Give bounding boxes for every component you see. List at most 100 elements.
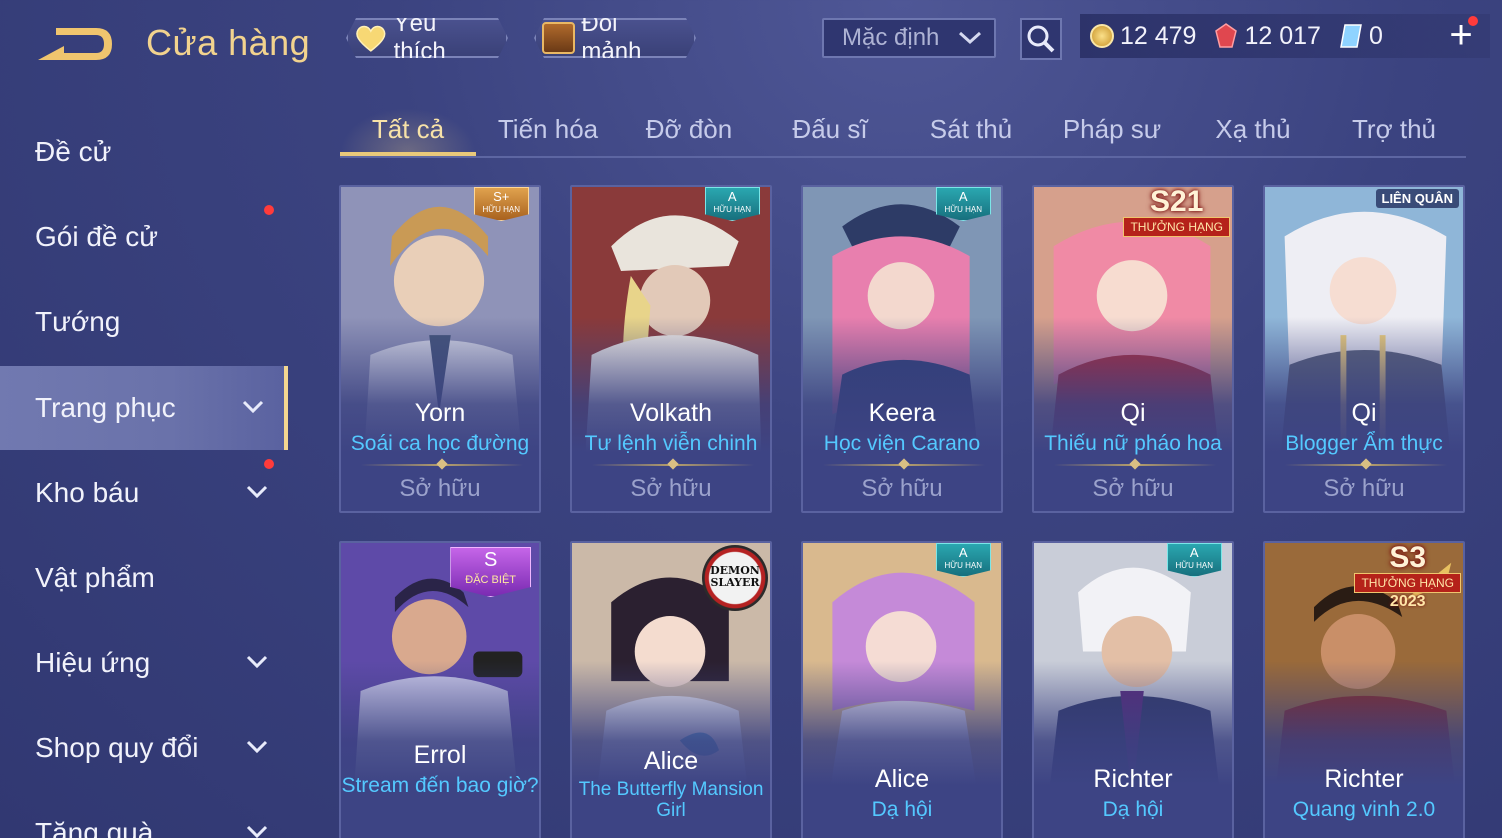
owned-status: Sở hữu bbox=[1092, 475, 1174, 502]
skin-name: Quang vinh 2.0 bbox=[1292, 798, 1436, 821]
hero-name: Yorn bbox=[414, 399, 466, 427]
tab-marksman[interactable]: Xạ thủ bbox=[1185, 108, 1321, 156]
sidebar-item-gift[interactable]: Tặng quà bbox=[0, 791, 288, 838]
currency-bar: 12 479 12 017 0 bbox=[1080, 14, 1490, 58]
sidebar-item-label: Shop quy đổi bbox=[35, 732, 199, 763]
skin-name: Blogger Ẩm thực bbox=[1285, 432, 1443, 455]
sidebar-item-exchange-shop[interactable]: Shop quy đổi bbox=[0, 706, 288, 790]
sidebar-item-label: Kho báu bbox=[35, 477, 140, 508]
notification-dot bbox=[264, 205, 274, 215]
sidebar-item-items[interactable]: Vật phẩm bbox=[0, 536, 288, 620]
chevron-down-icon bbox=[246, 825, 268, 838]
chevron-down-icon bbox=[242, 400, 264, 414]
hero-name: Errol bbox=[413, 741, 467, 769]
notification-dot bbox=[264, 459, 274, 469]
tab-support[interactable]: Trợ thủ bbox=[1326, 108, 1462, 156]
skin-card-keera[interactable]: A HỮU HẠN Keera Học viện Carano Sở hữu bbox=[801, 185, 1003, 513]
favorites-button[interactable]: Yêu thích bbox=[346, 18, 508, 58]
chevron-down-icon bbox=[246, 485, 268, 499]
skin-name: Học viện Carano bbox=[823, 432, 981, 455]
favorites-label: Yêu thích bbox=[393, 10, 446, 65]
chevron-down-icon bbox=[246, 655, 268, 669]
skin-name: Thiếu nữ pháo hoa bbox=[1044, 432, 1222, 455]
sidebar-item-recommended[interactable]: Đề cử bbox=[0, 110, 288, 194]
tab-assassin[interactable]: Sát thủ bbox=[903, 108, 1039, 156]
sort-dropdown[interactable]: Mặc định bbox=[822, 18, 996, 58]
skin-card-qi-fireworks[interactable]: S21 THƯỞNG HẠNG Qi Thiếu nữ pháo hoa Sở … bbox=[1032, 185, 1234, 513]
sidebar-item-label: Tướng bbox=[35, 306, 121, 337]
skin-name: Tư lệnh viễn chinh bbox=[584, 432, 758, 455]
sidebar-item-label: Trang phục bbox=[35, 392, 176, 423]
gem-balance: 12 017 bbox=[1214, 21, 1321, 51]
category-tabs: Tất cả Tiến hóa Đỡ đòn Đấu sĩ Sát thủ Ph… bbox=[340, 108, 1466, 158]
skin-name: Dạ hội bbox=[1102, 798, 1164, 821]
voucher-balance: 0 bbox=[1339, 22, 1383, 51]
skin-card-errol[interactable]: S ĐẶC BIỆT Errol Stream đến bao giờ? bbox=[339, 541, 541, 838]
tab-evolution[interactable]: Tiến hóa bbox=[480, 108, 616, 156]
shard-exchange-button[interactable]: Đổi mảnh bbox=[534, 18, 696, 58]
sidebar: Đề cử Gói đề cử Tướng Trang phục Kho báu… bbox=[0, 110, 290, 838]
back-button[interactable] bbox=[34, 22, 114, 66]
card-divider bbox=[1054, 464, 1216, 466]
tab-tank[interactable]: Đỡ đòn bbox=[621, 108, 757, 156]
demon-slayer-logo: DEMON SLAYER bbox=[702, 545, 768, 611]
lien-quan-logo: LIÊN QUÂN bbox=[1375, 189, 1459, 208]
voucher-amount: 0 bbox=[1368, 21, 1383, 50]
hero-name: Richter bbox=[1093, 765, 1173, 793]
notification-dot bbox=[1468, 16, 1478, 26]
sort-value: Mặc định bbox=[842, 24, 940, 51]
sidebar-item-label: Tặng quà bbox=[35, 817, 154, 838]
owned-status: Sở hữu bbox=[861, 475, 943, 502]
hero-name: Richter bbox=[1324, 765, 1404, 793]
search-button[interactable] bbox=[1020, 18, 1062, 60]
rarity-badge: A HỮU HẠN bbox=[1166, 543, 1222, 577]
hero-name: Qi bbox=[1120, 399, 1146, 427]
owned-status: Sở hữu bbox=[399, 475, 481, 502]
hero-name: Volkath bbox=[629, 399, 712, 427]
owned-status: Sở hữu bbox=[630, 475, 712, 502]
sidebar-item-label: Hiệu ứng bbox=[35, 647, 151, 678]
rank-badge: S21 THƯỞNG HẠNG bbox=[1123, 187, 1230, 237]
chevron-down-icon bbox=[246, 740, 268, 754]
sidebar-item-recommended-packs[interactable]: Gói đề cử bbox=[0, 195, 288, 279]
sidebar-item-heroes[interactable]: Tướng bbox=[0, 280, 288, 364]
rarity-badge: A HỮU HẠN bbox=[935, 543, 991, 577]
hero-name: Keera bbox=[868, 399, 936, 427]
hero-name: Alice bbox=[874, 765, 930, 793]
gem-amount: 12 017 bbox=[1244, 21, 1321, 50]
sidebar-item-treasure[interactable]: Kho báu bbox=[0, 451, 288, 535]
skin-card-richter-glory[interactable]: S3 THƯỞNG HẠNG 2023 Richter Quang vinh 2… bbox=[1263, 541, 1465, 838]
skin-card-richter-gala[interactable]: A HỮU HẠN Richter Dạ hội bbox=[1032, 541, 1234, 838]
skin-name: Dạ hội bbox=[871, 798, 933, 821]
skin-name: The Butterfly Mansion Girl bbox=[578, 779, 764, 821]
skin-card-volkath[interactable]: A HỮU HẠN Volkath Tư lệnh viễn chinh Sở h… bbox=[570, 185, 772, 513]
skin-card-alice-butterfly[interactable]: DEMON SLAYER Alice The Butterfly Mansion… bbox=[570, 541, 772, 838]
owned-status: Sở hữu bbox=[1323, 475, 1405, 502]
skin-card-yorn[interactable]: S+ HỮU HẠN Yorn Soái ca học đường Sở hữu bbox=[339, 185, 541, 513]
coin-icon bbox=[1090, 24, 1114, 48]
skin-card-qi-blogger[interactable]: LIÊN QUÂN Qi Blogger Ẩm thực Sở hữu bbox=[1263, 185, 1465, 513]
sidebar-item-label: Vật phẩm bbox=[35, 562, 155, 593]
chest-icon bbox=[542, 22, 575, 54]
card-divider bbox=[823, 464, 985, 466]
tab-mage[interactable]: Pháp sư bbox=[1044, 108, 1180, 156]
sidebar-item-skins[interactable]: Trang phục bbox=[0, 366, 288, 450]
hero-name: Alice bbox=[643, 747, 699, 775]
shard-exchange-label: Đổi mảnh bbox=[581, 10, 642, 65]
tab-fighter[interactable]: Đấu sĩ bbox=[762, 108, 898, 156]
card-divider bbox=[361, 464, 523, 466]
gem-icon bbox=[1215, 23, 1238, 48]
sidebar-item-effects[interactable]: Hiệu ứng bbox=[0, 621, 288, 705]
card-divider bbox=[1285, 464, 1447, 466]
search-icon bbox=[1027, 25, 1055, 53]
card-divider bbox=[592, 464, 754, 466]
coin-amount: 12 479 bbox=[1120, 21, 1197, 50]
skin-card-alice-gala[interactable]: A HỮU HẠN Alice Dạ hội bbox=[801, 541, 1003, 838]
tab-all[interactable]: Tất cả bbox=[340, 108, 476, 156]
skin-name: Soái ca học đường bbox=[350, 432, 530, 455]
sidebar-item-label: Đề cử bbox=[35, 136, 112, 167]
rarity-badge: S ĐẶC BIỆT bbox=[450, 547, 531, 597]
chevron-down-icon bbox=[958, 31, 982, 45]
top-bar: Cửa hàng Yêu thích Đổi mảnh Mặc định 12 … bbox=[0, 0, 1502, 90]
voucher-icon bbox=[1340, 24, 1362, 48]
